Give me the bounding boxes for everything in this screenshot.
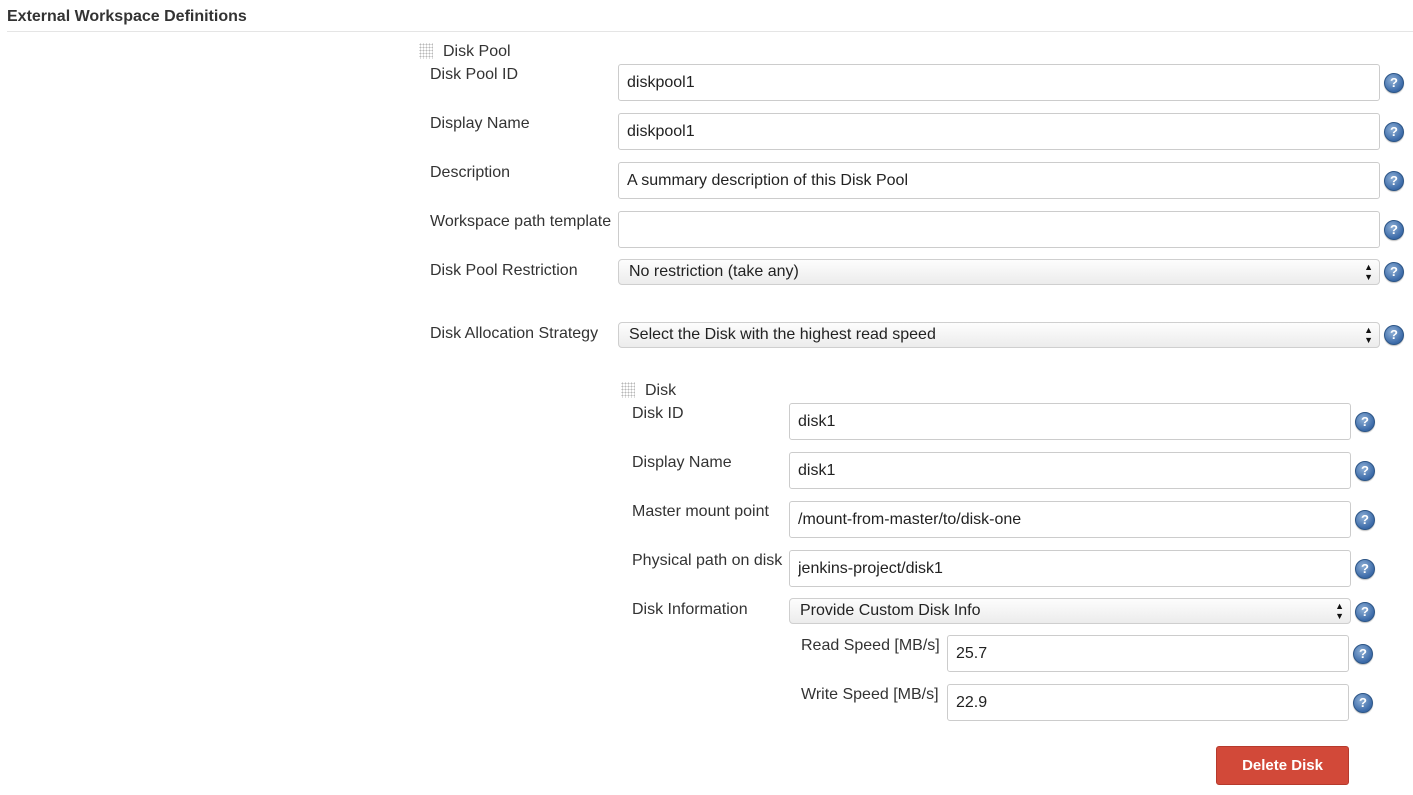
disk-id-input[interactable]: [789, 403, 1351, 440]
description-label: Description: [430, 164, 511, 181]
select-arrows-icon: ▲ ▼: [1364, 262, 1373, 282]
disk-allocation-strategy-value: Select the Disk with the highest read sp…: [629, 326, 936, 343]
master-mount-point-label: Master mount point: [632, 503, 769, 520]
help-icon[interactable]: ?: [1384, 262, 1404, 282]
help-icon[interactable]: ?: [1355, 602, 1375, 622]
disk-pool-restriction-label: Disk Pool Restriction: [430, 262, 578, 279]
help-icon[interactable]: ?: [1353, 693, 1373, 713]
disk-title: Disk: [645, 382, 677, 399]
disk-pool-title: Disk Pool: [443, 43, 511, 60]
help-icon[interactable]: ?: [1384, 73, 1404, 93]
disk-pool-restriction-select[interactable]: No restriction (take any) ▲ ▼: [618, 259, 1380, 285]
section-title: External Workspace Definitions: [7, 8, 247, 25]
disk-allocation-strategy-label: Disk Allocation Strategy: [430, 325, 599, 342]
help-icon[interactable]: ?: [1355, 412, 1375, 432]
help-icon[interactable]: ?: [1384, 220, 1404, 240]
drag-handle-icon[interactable]: [419, 43, 433, 59]
disk-allocation-strategy-select[interactable]: Select the Disk with the highest read sp…: [618, 322, 1380, 348]
help-icon[interactable]: ?: [1355, 559, 1375, 579]
write-speed-input[interactable]: [947, 684, 1349, 721]
display-name-input[interactable]: [618, 113, 1380, 150]
workspace-path-template-label: Workspace path template: [430, 213, 612, 230]
select-arrows-icon: ▲ ▼: [1335, 601, 1344, 621]
physical-path-input[interactable]: [789, 550, 1351, 587]
section-divider: [7, 31, 1413, 32]
disk-information-label: Disk Information: [632, 601, 748, 618]
description-input[interactable]: [618, 162, 1380, 199]
help-icon[interactable]: ?: [1384, 325, 1404, 345]
disk-pool-restriction-value: No restriction (take any): [629, 263, 799, 280]
help-icon[interactable]: ?: [1384, 171, 1404, 191]
read-speed-input[interactable]: [947, 635, 1349, 672]
disk-pool-id-input[interactable]: [618, 64, 1380, 101]
help-icon[interactable]: ?: [1355, 461, 1375, 481]
disk-display-name-input[interactable]: [789, 452, 1351, 489]
delete-disk-button[interactable]: Delete Disk: [1216, 746, 1349, 785]
read-speed-label: Read Speed [MB/s]: [801, 637, 940, 654]
disk-display-name-label: Display Name: [632, 454, 732, 471]
select-arrows-icon: ▲ ▼: [1364, 325, 1373, 345]
disk-information-select[interactable]: Provide Custom Disk Info ▲ ▼: [789, 598, 1351, 624]
help-icon[interactable]: ?: [1384, 122, 1404, 142]
help-icon[interactable]: ?: [1355, 510, 1375, 530]
disk-id-label: Disk ID: [632, 405, 684, 422]
disk-information-value: Provide Custom Disk Info: [800, 602, 981, 619]
help-icon[interactable]: ?: [1353, 644, 1373, 664]
physical-path-label: Physical path on disk: [632, 552, 783, 569]
display-name-label: Display Name: [430, 115, 530, 132]
drag-handle-icon[interactable]: [621, 382, 635, 398]
master-mount-point-input[interactable]: [789, 501, 1351, 538]
write-speed-label: Write Speed [MB/s]: [801, 686, 939, 703]
disk-pool-id-label: Disk Pool ID: [430, 66, 519, 83]
workspace-path-template-input[interactable]: [618, 211, 1380, 248]
